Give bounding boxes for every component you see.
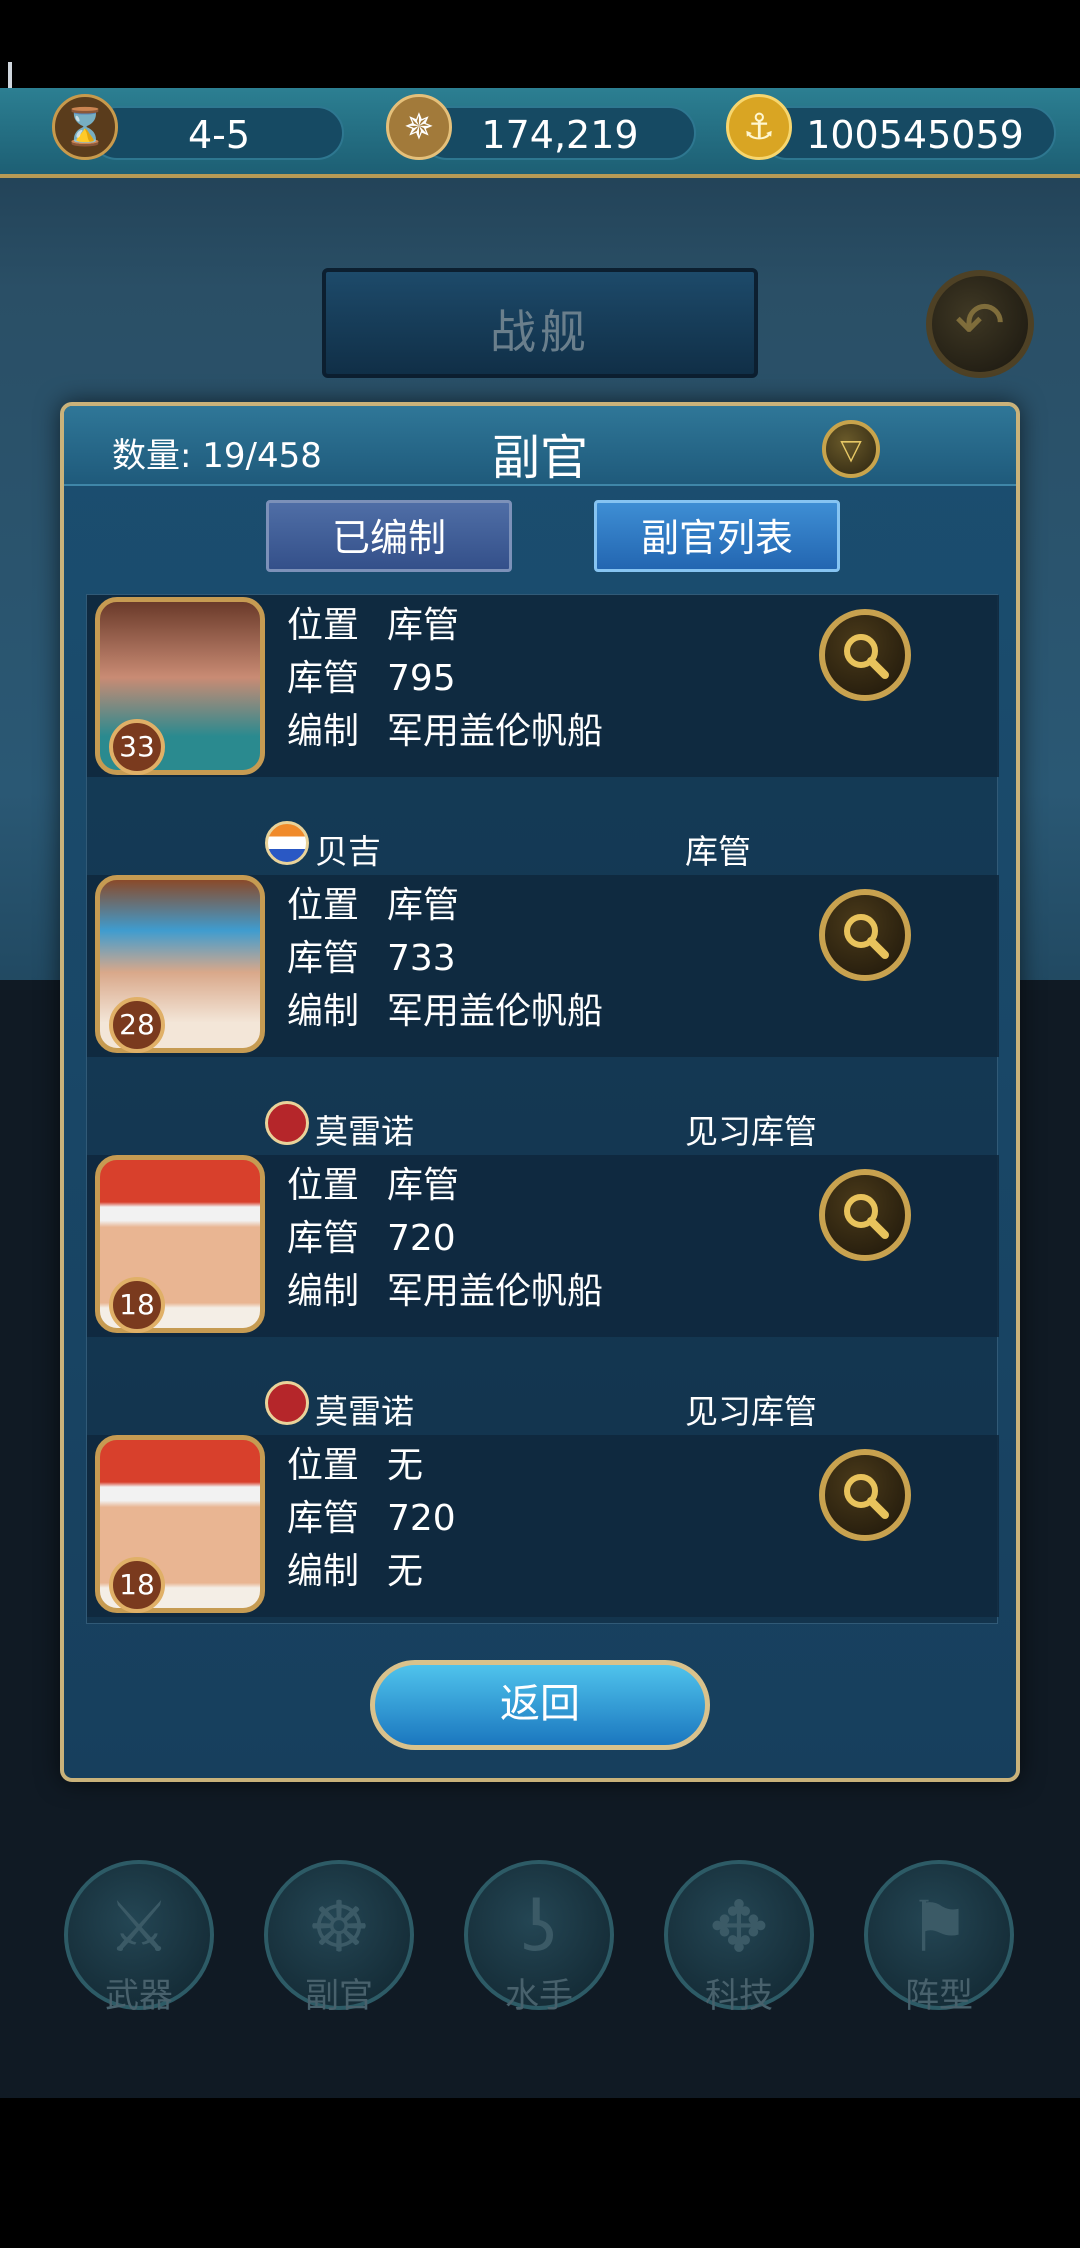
officer-details: 位置 库管 库管 795 编制 军用盖伦帆船 [287,599,603,758]
officer-portrait: 28 [95,875,265,1053]
magnifier-icon[interactable] [819,609,911,701]
hook-icon: ʖ [521,1886,557,1968]
officer-name: 贝吉 [315,832,381,871]
flag-formation-icon: ⚑ [907,1886,971,1968]
assign-label: 编制 [287,1551,360,1592]
status-bar [0,0,1080,88]
officer-portrait: 18 [95,1155,265,1333]
officer-name: 莫雷诺 [315,1392,414,1431]
position-value: 库管 [387,1165,460,1206]
compass-value: 174,219 [481,113,639,157]
stat-label: 库管 [287,658,360,699]
officer-modal: 数量: 19/458 副官 ▽ 已编制 副官列表 33 位置 库管 库管 795 编… [60,402,1020,1782]
modal-header: 数量: 19/458 副官 ▽ [64,406,1016,486]
nav-weapons[interactable]: ⚔ 武器 [64,1860,214,2016]
resource-bar: 4-5 ⌛ 174,219 ✵ 100545059 ⚓ [0,88,1080,178]
anchor-coin-icon: ⚓ [726,94,792,160]
nav-sailors[interactable]: ʖ 水手 [464,1860,614,2016]
stat-value: 795 [387,658,456,699]
officer-name: 莫雷诺 [315,1112,414,1151]
position-value: 无 [387,1445,424,1486]
compass-icon: ✵ [386,94,452,160]
position-label: 位置 [287,1445,360,1486]
officer-role: 库管 [685,832,751,871]
nav-label: 副官 [305,1976,373,2016]
hourglass-icon: ⌛ [52,94,118,160]
ship-wheel-icon: ☸ [307,1886,371,1968]
magnifier-icon[interactable] [819,1449,911,1541]
assign-label: 编制 [287,1271,360,1312]
nav-label: 水手 [505,1976,573,2016]
assign-value: 军用盖伦帆船 [387,711,604,752]
officer-role: 见习库管 [685,1112,817,1151]
position-value: 库管 [387,605,460,646]
stat-label: 库管 [287,938,360,979]
assign-value: 军用盖伦帆船 [387,1271,604,1312]
flag-icon [265,1101,309,1145]
officer-portrait: 33 [95,597,265,775]
sword-icon: ⚔ [107,1886,171,1968]
title-banner: 战舰 [322,268,758,378]
gold-pill: 100545059 [760,106,1056,160]
level-badge: 33 [109,719,165,775]
position-value: 库管 [387,885,460,926]
flag-icon [265,821,309,865]
return-button[interactable]: 返回 [370,1660,710,1750]
nav-officers[interactable]: ☸ 副官 [264,1860,414,2016]
assign-label: 编制 [287,991,360,1032]
assign-value: 无 [387,1551,424,1592]
officer-role: 见习库管 [685,1392,817,1431]
nav-label: 阵型 [905,1976,973,2016]
level-badge: 28 [109,997,165,1053]
tab-assigned[interactable]: 已编制 [266,500,512,572]
officer-portrait: 18 [95,1435,265,1613]
position-label: 位置 [287,885,360,926]
position-label: 位置 [287,1165,360,1206]
level-badge: 18 [109,1277,165,1333]
stage-value: 4-5 [187,113,251,157]
officer-details: 位置 库管 库管 720 编制 军用盖伦帆船 [287,1159,603,1318]
screen-title: 战舰 [490,305,590,359]
gold-value: 100545059 [806,113,1024,157]
nav-tech[interactable]: ✥ 科技 [664,1860,814,2016]
bottom-black-area [0,2098,1080,2248]
flag-icon [265,1381,309,1425]
officer-details: 位置 库管 库管 733 编制 军用盖伦帆船 [287,879,603,1038]
position-label: 位置 [287,605,360,646]
stat-label: 库管 [287,1218,360,1259]
compass-tech-icon: ✥ [709,1886,769,1968]
stat-value: 733 [387,938,456,979]
level-badge: 18 [109,1557,165,1613]
stat-value: 720 [387,1218,456,1259]
nav-formation[interactable]: ⚑ 阵型 [864,1860,1014,2016]
magnifier-icon[interactable] [819,1169,911,1261]
officer-list: 33 位置 库管 库管 795 编制 军用盖伦帆船 贝吉 库管 28 位置 库管… [86,594,999,1624]
compass-pill: 174,219 [420,106,696,160]
stat-value: 720 [387,1498,456,1539]
stat-label: 库管 [287,1498,360,1539]
back-arrow-icon[interactable]: ↶ [926,270,1034,378]
assign-label: 编制 [287,711,360,752]
filter-icon[interactable]: ▽ [822,420,880,478]
nav-label: 科技 [705,1976,773,2016]
stage-pill: 4-5 [90,106,344,160]
officer-details: 位置无 库管 720 编制无 [287,1439,456,1598]
assign-value: 军用盖伦帆船 [387,991,604,1032]
tab-officer-list[interactable]: 副官列表 [594,500,840,572]
magnifier-icon[interactable] [819,889,911,981]
nav-label: 武器 [105,1976,173,2016]
